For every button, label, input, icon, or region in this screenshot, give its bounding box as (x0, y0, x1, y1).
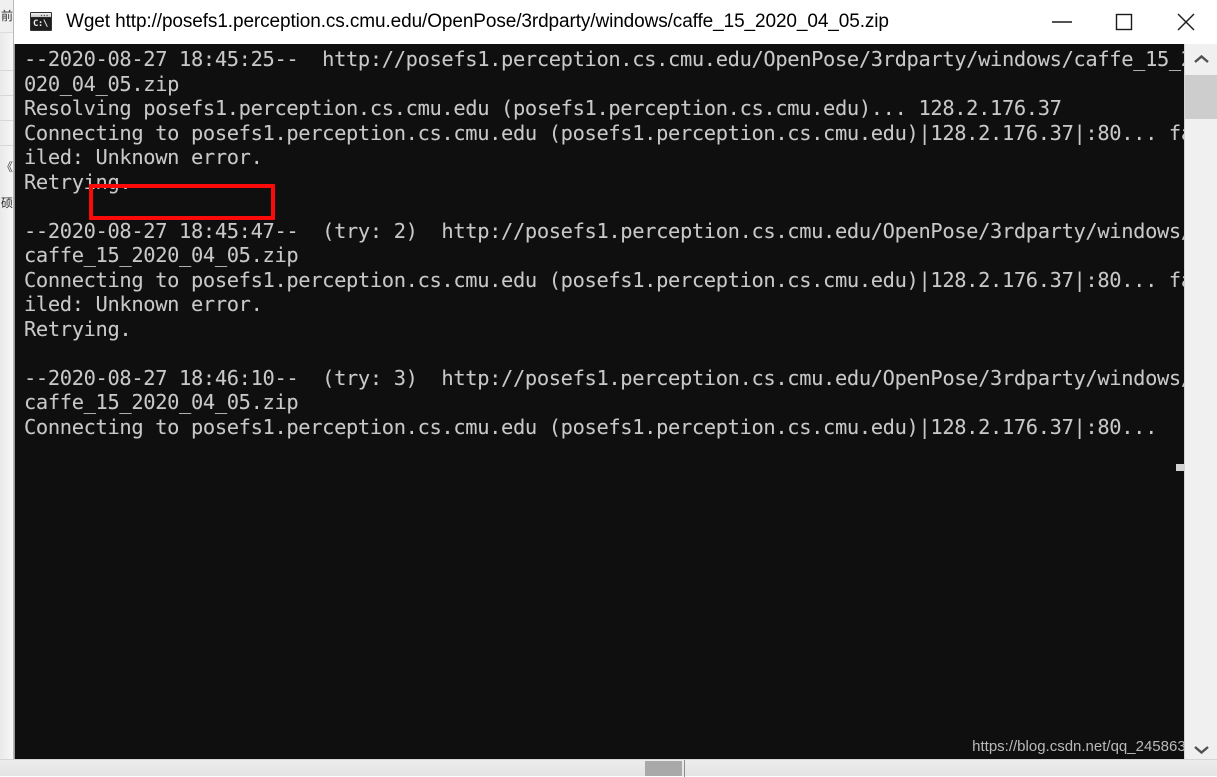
close-icon (1175, 11, 1197, 33)
horizontal-scrollbar-divider (684, 760, 685, 777)
console-line: Retrying. (24, 317, 1184, 342)
console-line: --2020-08-27 18:46:10-- (try: 3) http://… (24, 366, 1184, 391)
chevron-down-icon (1193, 744, 1210, 755)
console-line: 020_04_05.zip (24, 72, 1184, 97)
desktop-background: 前 《 硕 ▪▪▪ C:\ Wget http://posefs1.percep… (0, 0, 1217, 776)
console-icon: ▪▪▪ C:\ (30, 12, 52, 31)
console-vertical-scrollbar[interactable] (1184, 44, 1217, 764)
maximize-button[interactable] (1093, 0, 1155, 44)
window-titlebar[interactable]: ▪▪▪ C:\ Wget http://posefs1.perception.c… (14, 0, 1217, 44)
console-line: Resolving posefs1.perception.cs.cmu.edu … (24, 96, 1184, 121)
watermark-text: https://blog.csdn.net/qq_2458639 (972, 738, 1194, 755)
scroll-up-button[interactable] (1185, 44, 1217, 74)
horizontal-scrollbar-thumb[interactable] (645, 761, 682, 776)
console-line (24, 341, 1184, 366)
vertical-scrollbar-thumb[interactable] (1185, 75, 1217, 119)
console-line (24, 194, 1184, 219)
minimize-icon (1050, 15, 1074, 29)
console-line: Connecting to posefs1.perception.cs.cmu.… (24, 268, 1184, 293)
console-output-area[interactable]: --2020-08-27 18:45:25-- http://posefs1.p… (14, 44, 1217, 764)
window-title-text: Wget http://posefs1.perception.cs.cmu.ed… (66, 11, 1031, 33)
console-line: --2020-08-27 18:45:25-- http://posefs1.p… (24, 47, 1184, 72)
wget-console-window[interactable]: ▪▪▪ C:\ Wget http://posefs1.perception.c… (14, 0, 1217, 764)
console-line: caffe_15_2020_04_05.zip (24, 243, 1184, 268)
chevron-up-icon (1193, 54, 1210, 65)
console-text-buffer: --2020-08-27 18:45:25-- http://posefs1.p… (24, 47, 1184, 439)
maximize-icon (1114, 12, 1134, 32)
console-line: --2020-08-27 18:45:47-- (try: 2) http://… (24, 219, 1184, 244)
console-line: caffe_15_2020_04_05.zip (24, 390, 1184, 415)
background-window-horizontal-scrollbar[interactable] (0, 759, 1217, 776)
background-window-chevron-fragment: 《 (1, 160, 13, 174)
console-icon-prompt-text: C:\ (33, 19, 48, 30)
window-caption-buttons (1031, 0, 1217, 44)
minimize-button[interactable] (1031, 0, 1093, 44)
console-line: iled: Unknown error. (24, 292, 1184, 317)
console-line: Connecting to posefs1.perception.cs.cmu.… (24, 121, 1184, 146)
console-line: Retrying. (24, 170, 1184, 195)
console-line: Connecting to posefs1.perception.cs.cmu.… (24, 415, 1184, 440)
close-button[interactable] (1155, 0, 1217, 44)
background-window-cjk-fragment: 硕 (1, 196, 13, 210)
console-line: iled: Unknown error. (24, 145, 1184, 170)
background-window-title-fragment: 前 (1, 9, 13, 23)
